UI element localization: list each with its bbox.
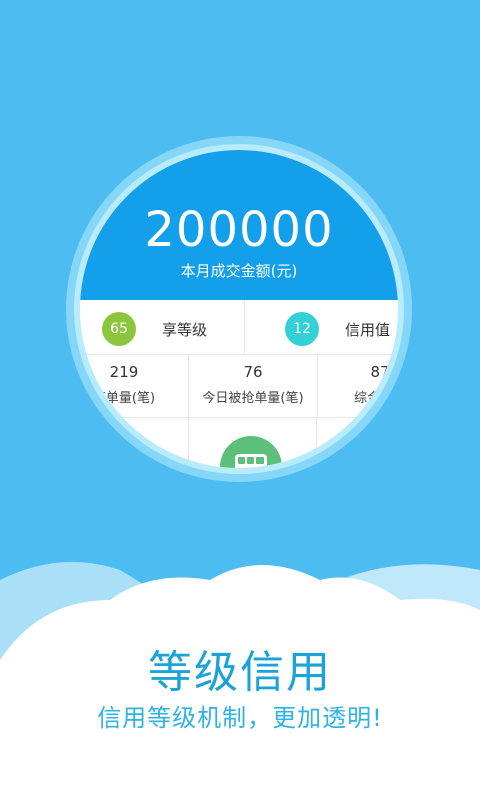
stat-rating: 87 综合评价	[316, 355, 398, 417]
col-divider	[188, 418, 189, 468]
monthly-amount-label: 本月成交金额(元)	[180, 262, 298, 280]
stat-label: 综合评价	[353, 391, 398, 406]
stats-card-ring: 200000 本月成交金额(元) 65 享等级 12 信用值 219 接单量(笔…	[74, 144, 404, 474]
row-divider	[244, 300, 245, 354]
peek-icon-right	[350, 444, 378, 468]
monthly-amount: 200000	[144, 202, 334, 258]
bus-icon	[220, 436, 282, 468]
promo-title: 等级信用	[148, 647, 332, 698]
amount-header: 200000 本月成交金额(元)	[80, 150, 398, 300]
stats-card-circle: 200000 本月成交金额(元) 65 享等级 12 信用值 219 接单量(笔…	[66, 136, 412, 482]
level-badge: 65	[102, 312, 136, 346]
credit-badge: 12	[285, 312, 319, 346]
stat-orders-grabbed: 76 今日被抢单量(笔)	[188, 355, 318, 417]
stat-value: 87	[370, 363, 390, 381]
icon-row	[80, 418, 398, 468]
stat-value: 76	[243, 363, 263, 381]
order-stats-row: 219 接单量(笔) 76 今日被抢单量(笔) 87 综合评价	[80, 355, 398, 418]
stat-value: 219	[109, 363, 139, 381]
credit-label: 信用值	[345, 321, 391, 339]
peek-icon-left	[120, 444, 148, 468]
stats-card: 200000 本月成交金额(元) 65 享等级 12 信用值 219 接单量(笔…	[80, 150, 398, 468]
level-credit-row: 65 享等级 12 信用值	[80, 300, 398, 355]
col-divider	[316, 418, 317, 468]
stat-label: 今日被抢单量(笔)	[202, 391, 304, 406]
stat-orders-taken: 219 接单量(笔)	[80, 355, 188, 417]
promo-subtitle: 信用等级机制，更加透明!	[97, 704, 383, 732]
stat-label: 接单量(笔)	[92, 391, 156, 406]
level-label: 享等级	[162, 321, 208, 339]
